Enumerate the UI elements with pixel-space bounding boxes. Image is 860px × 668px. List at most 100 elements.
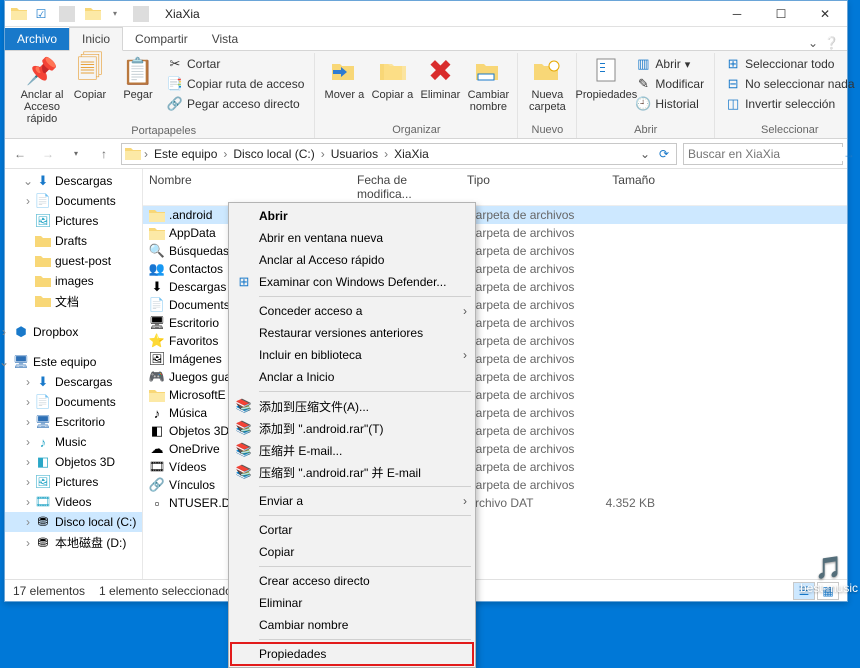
breadcrumb-item[interactable]: Este equipo: [150, 147, 221, 161]
ctx-open-new-window[interactable]: Abrir en ventana nueva: [231, 227, 473, 249]
copy-button[interactable]: 🗐Copiar: [67, 53, 113, 101]
nav-recent-button[interactable]: ▾: [65, 143, 87, 165]
file-type: Carpeta de archivos: [461, 370, 591, 384]
tree-tpc-diskc[interactable]: ›⛃Disco local (C:): [5, 512, 142, 532]
ctx-pin-start[interactable]: Anclar a Inicio: [231, 366, 473, 388]
ribbon-collapse-icon[interactable]: ⌄: [808, 36, 818, 50]
navigation-tree[interactable]: ⌄⬇Descargas ›📄Documents 🖼Pictures Drafts…: [5, 169, 143, 579]
new-folder-button[interactable]: Nueva carpeta: [524, 53, 570, 113]
maximize-button[interactable]: ☐: [759, 1, 803, 27]
file-icon: ▫: [149, 495, 165, 511]
tab-view[interactable]: Vista: [200, 28, 250, 50]
tree-images[interactable]: images: [5, 271, 142, 291]
file-name: Escritorio: [169, 316, 219, 330]
qat-properties-icon[interactable]: ☑: [33, 6, 49, 22]
copy-to-button[interactable]: Copiar a: [369, 53, 415, 101]
ctx-copy[interactable]: Copiar: [231, 541, 473, 563]
paste-shortcut-button[interactable]: 🔗Pegar acceso directo: [163, 95, 308, 113]
refresh-icon[interactable]: ⟳: [654, 147, 674, 161]
pin-quickaccess-button[interactable]: 📌Anclar al Acceso rápido: [19, 53, 65, 125]
close-button[interactable]: ✕: [803, 1, 847, 27]
ctx-rar-emailname[interactable]: 📚压缩到 ".android.rar" 并 E-mail: [231, 461, 473, 483]
copy-path-button[interactable]: 📑Copiar ruta de acceso: [163, 75, 308, 93]
col-name[interactable]: Nombre: [143, 169, 351, 205]
tab-home[interactable]: Inicio: [69, 27, 123, 51]
breadcrumb-item[interactable]: Disco local (C:): [229, 147, 318, 161]
address-dropdown-icon[interactable]: ⌄: [636, 147, 654, 161]
col-type[interactable]: Tipo: [461, 169, 591, 205]
delete-button[interactable]: ✖Eliminar: [417, 53, 463, 101]
tree-dropbox[interactable]: ›⬢Dropbox: [5, 322, 142, 342]
desktop-shortcut-best-music[interactable]: 🎵 best-music: [800, 555, 858, 595]
tree-tpc-downloads[interactable]: ›⬇Descargas: [5, 372, 142, 392]
tree-tpc-pictures[interactable]: ›🖼Pictures: [5, 472, 142, 492]
search-box[interactable]: →: [683, 143, 843, 165]
move-to-button[interactable]: Mover a: [321, 53, 367, 101]
ctx-rar-email[interactable]: 📚压缩并 E-mail...: [231, 439, 473, 461]
tab-file[interactable]: Archivo: [5, 28, 69, 50]
ctx-restore-versions[interactable]: Restaurar versiones anteriores: [231, 322, 473, 344]
ctx-rename[interactable]: Cambiar nombre: [231, 614, 473, 636]
tree-downloads[interactable]: ⌄⬇Descargas: [5, 171, 142, 191]
group-label-clipboard: Portapapeles: [131, 125, 196, 139]
history-button[interactable]: 🕘Historial: [631, 95, 708, 113]
rename-button[interactable]: Cambiar nombre: [465, 53, 511, 113]
minimize-button[interactable]: ─: [715, 1, 759, 27]
tree-tpc-documents[interactable]: ›📄Documents: [5, 392, 142, 412]
ctx-defender[interactable]: ⊞Examinar con Windows Defender...: [231, 271, 473, 293]
ctx-delete[interactable]: Eliminar: [231, 592, 473, 614]
cut-button[interactable]: ✂Cortar: [163, 55, 308, 73]
tree-tpc-desktop[interactable]: ›🖥Escritorio: [5, 412, 142, 432]
tab-share[interactable]: Compartir: [123, 28, 200, 50]
file-name: Imágenes: [169, 352, 222, 366]
invert-selection-button[interactable]: ◫Invertir selección: [721, 95, 858, 113]
tree-documents[interactable]: ›📄Documents: [5, 191, 142, 211]
ctx-pin-quick[interactable]: Anclar al Acceso rápido: [231, 249, 473, 271]
file-name: AppData: [169, 226, 216, 240]
breadcrumb[interactable]: › Este equipo› Disco local (C:)› Usuario…: [121, 143, 677, 165]
tree-thispc[interactable]: ⌄🖥Este equipo: [5, 352, 142, 372]
ctx-create-shortcut[interactable]: Crear acceso directo: [231, 570, 473, 592]
separator: [133, 6, 149, 22]
search-input[interactable]: [688, 147, 843, 161]
tree-pictures[interactable]: 🖼Pictures: [5, 211, 142, 231]
tree-wendang[interactable]: 文档: [5, 291, 142, 312]
ctx-grant-access[interactable]: Conceder acceso a›: [231, 300, 473, 322]
paste-button[interactable]: 📋Pegar: [115, 53, 161, 101]
ctx-cut[interactable]: Cortar: [231, 519, 473, 541]
tree-drafts[interactable]: Drafts: [5, 231, 142, 251]
help-icon[interactable]: ❔: [824, 36, 839, 50]
tree-tpc-3d[interactable]: ›◧Objetos 3D: [5, 452, 142, 472]
file-type: Archivo DAT: [461, 496, 591, 510]
properties-button[interactable]: Propiedades: [583, 53, 629, 101]
edit-button[interactable]: ✎Modificar: [631, 75, 708, 93]
ctx-rar-add[interactable]: 📚添加到压缩文件(A)...: [231, 395, 473, 417]
ctx-include-library[interactable]: Incluir en biblioteca›: [231, 344, 473, 366]
select-none-button[interactable]: ⊟No seleccionar nada: [721, 75, 858, 93]
ctx-open[interactable]: Abrir: [231, 205, 473, 227]
ctx-properties[interactable]: Propiedades: [231, 643, 473, 665]
breadcrumb-item[interactable]: Usuarios: [327, 147, 382, 161]
col-size[interactable]: Tamaño: [591, 169, 661, 205]
qat-newfolder-icon[interactable]: [85, 6, 101, 22]
tree-guestpost[interactable]: guest-post: [5, 251, 142, 271]
open-button[interactable]: ▥Abrir ▾: [631, 55, 708, 73]
nav-back-button[interactable]: ←: [9, 143, 31, 165]
winrar-icon: 📚: [235, 441, 253, 459]
ctx-rar-addname[interactable]: 📚添加到 ".android.rar"(T): [231, 417, 473, 439]
ctx-separator: [259, 515, 471, 516]
chevron-right-icon[interactable]: ›: [142, 147, 150, 161]
qat-dropdown-icon[interactable]: ▾: [107, 6, 123, 22]
tree-tpc-music[interactable]: ›♪Music: [5, 432, 142, 452]
breadcrumb-item[interactable]: XiaXia: [390, 147, 433, 161]
file-name: Descargas: [169, 280, 226, 294]
nav-up-button[interactable]: ↑: [93, 143, 115, 165]
column-headers[interactable]: Nombre Fecha de modifica... Tipo Tamaño: [143, 169, 847, 206]
file-type: Carpeta de archivos: [461, 352, 591, 366]
col-date[interactable]: Fecha de modifica...: [351, 169, 461, 205]
ctx-send-to[interactable]: Enviar a›: [231, 490, 473, 512]
tree-tpc-diskd[interactable]: ›⛃本地磁盘 (D:): [5, 532, 142, 553]
select-all-button[interactable]: ⊞Seleccionar todo: [721, 55, 858, 73]
nav-forward-button[interactable]: →: [37, 143, 59, 165]
tree-tpc-videos[interactable]: ›🎞Videos: [5, 492, 142, 512]
